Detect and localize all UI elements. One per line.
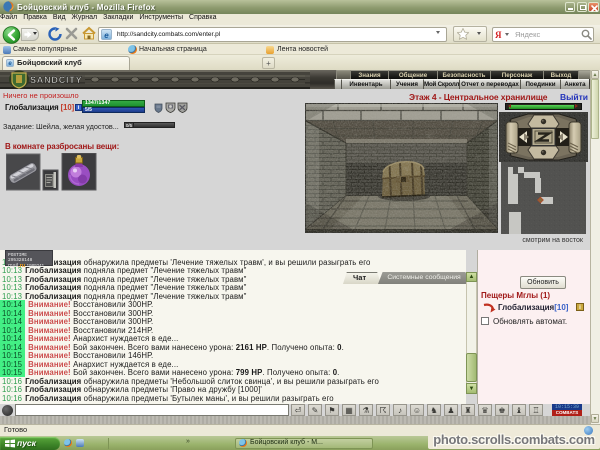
svg-text:SANDCITY: SANDCITY [30,75,82,85]
